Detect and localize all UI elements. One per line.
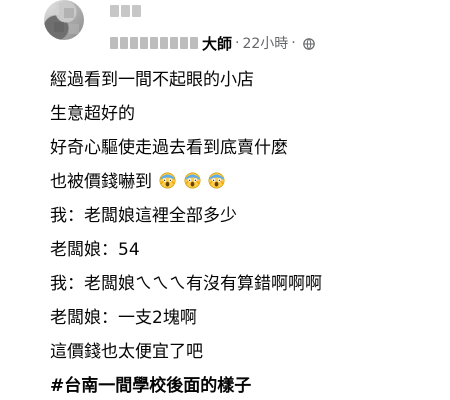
post-line-text: 也被價錢嚇到	[50, 172, 152, 192]
post-line: 經過看到一間不起眼的小店	[50, 70, 254, 90]
post-line: 老闆娘：一支2塊啊	[50, 308, 197, 328]
meta-separator-2: ·	[291, 35, 296, 51]
screaming-face-icons	[157, 172, 225, 192]
screaming-face-icon	[208, 172, 225, 189]
author-name-blurred[interactable]	[110, 5, 141, 19]
post-line: 我：老闆娘這裡全部多少	[50, 206, 237, 226]
page-name-visible[interactable]: 大師	[202, 33, 232, 54]
post-meta: 大師 · 22小時 ·	[110, 33, 315, 53]
page-name-blurred[interactable]	[110, 37, 198, 49]
post-line: 老闆娘：54	[50, 240, 140, 260]
post-timestamp[interactable]: 22小時	[242, 33, 288, 53]
facebook-post: 大師 · 22小時 · 經過看到一間不起眼的小店 生意超好的 好奇心驅使走過去看…	[0, 0, 450, 400]
meta-separator: ·	[235, 35, 240, 51]
post-line: 好奇心驅使走過去看到底賣什麼	[50, 138, 288, 158]
screaming-face-icon	[159, 172, 176, 189]
post-line: 我：老闆娘ㄟㄟㄟ有沒有算錯啊啊啊	[50, 274, 322, 294]
screaming-face-icon	[184, 172, 201, 189]
globe-icon[interactable]	[302, 38, 315, 50]
post-line: 這價錢也太便宜了吧	[50, 342, 203, 362]
avatar[interactable]	[44, 0, 84, 40]
post-header: 大師 · 22小時 ·	[0, 0, 450, 56]
hashtag-link[interactable]: #台南一間學校後面的樣子	[50, 369, 440, 400]
post-body: 經過看到一間不起眼的小店 生意超好的 好奇心驅使走過去看到底賣什麼 也被價錢嚇到	[50, 63, 440, 400]
post-line: 生意超好的	[50, 104, 135, 124]
post-line-with-emoji: 也被價錢嚇到	[50, 165, 440, 199]
